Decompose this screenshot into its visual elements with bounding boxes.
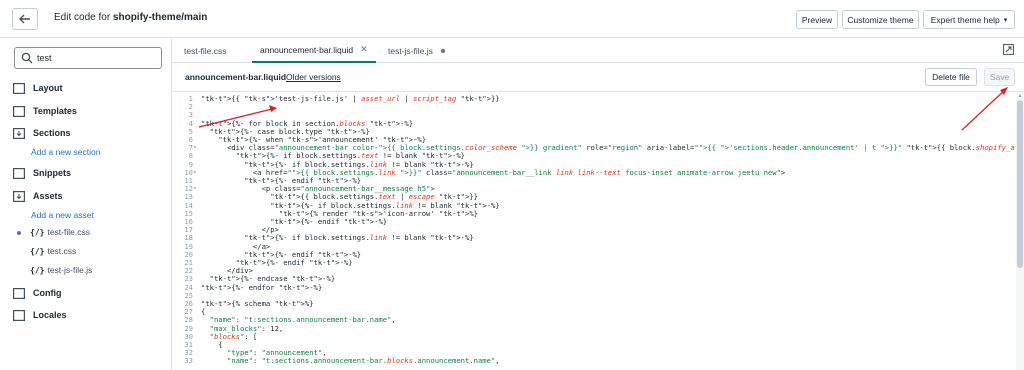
folder-label: Layout xyxy=(33,83,63,93)
line-number: 33 xyxy=(184,356,193,366)
older-versions-link[interactable]: Older versions xyxy=(286,72,341,82)
code-line: 28 "name": "t:sections.announcement-bar.… xyxy=(172,316,1012,324)
folder-icon xyxy=(13,82,25,94)
code-line: 2 xyxy=(172,102,1012,111)
file-sidebar: test Layout Templates Sections Add a new… xyxy=(0,38,172,370)
scrollbar-thumb[interactable] xyxy=(1017,100,1023,268)
folder-config[interactable]: Config xyxy=(13,286,62,300)
page-title: Edit code for shopify-theme/main xyxy=(54,12,207,23)
editor-scrollbar[interactable]: ▲ xyxy=(1016,92,1024,370)
file-label: test-file.css xyxy=(47,227,90,237)
search-input[interactable]: test xyxy=(14,47,162,69)
code-text: "tk-t">{%- endfor "tk-t">-%} xyxy=(201,282,323,292)
file-header: announcement-bar.liquid Older versions D… xyxy=(172,63,1024,92)
tab-test-file-css[interactable]: test-file.css xyxy=(184,38,227,63)
file-label: test-js-file.js xyxy=(47,265,93,275)
code-line: 18 "tk-t">{%- if block.settings.link != … xyxy=(172,234,1012,242)
folder-open-icon xyxy=(13,190,25,202)
folder-label: Snippets xyxy=(33,168,72,178)
folder-icon xyxy=(13,167,25,179)
folder-label: Sections xyxy=(33,128,71,138)
tab-label: test-js-file.js xyxy=(388,45,433,56)
file-icon: {/} xyxy=(30,227,45,237)
code-editor-app: Edit code for shopify-theme/main Preview… xyxy=(0,0,1024,370)
add-asset-link[interactable]: Add a new asset xyxy=(31,210,94,220)
folder-open-icon xyxy=(13,127,25,139)
scroll-up-icon[interactable]: ▲ xyxy=(1017,93,1023,99)
folder-assets[interactable]: Assets xyxy=(13,189,63,203)
code-text: "tk-t">{% schema "tk-t">%} xyxy=(201,299,314,308)
editor-tabs: test-file.css announcement-bar.liquid ✕ … xyxy=(172,38,1024,63)
folder-icon xyxy=(13,287,25,299)
active-file-dot xyxy=(17,231,21,235)
file-label: test.css xyxy=(47,246,77,256)
page-title-theme: shopify-theme/main xyxy=(112,12,208,23)
code-line: 21 "tk-t">{%- endif "tk-t">-%} xyxy=(172,258,1012,267)
expand-icon[interactable] xyxy=(1003,44,1014,55)
folder-layout[interactable]: Layout xyxy=(13,81,63,95)
tab-announcement-bar-liquid[interactable]: announcement-bar.liquid ✕ xyxy=(252,38,376,63)
folder-icon xyxy=(13,105,25,117)
code-line: 16 "tk-t">{%- endif "tk-t">-%} xyxy=(172,217,1012,226)
customize-theme-button[interactable]: Customize theme xyxy=(842,10,919,29)
folder-sections[interactable]: Sections xyxy=(13,126,71,140)
code-text: "tk-t">{{ "tk-s">'test-js-file.js' | ass… xyxy=(201,94,500,103)
code-line: 29 "max_blocks": 12, xyxy=(172,324,1012,333)
save-button[interactable]: Save xyxy=(984,68,1015,86)
folder-icon xyxy=(13,309,25,321)
search-value: test xyxy=(37,53,52,63)
folder-label: Config xyxy=(33,288,62,298)
page-title-prefix: Edit code for xyxy=(54,12,113,23)
fold-toggle-icon[interactable]: ▾ xyxy=(193,144,199,152)
file-name: announcement-bar.liquid xyxy=(185,72,287,82)
fold-toggle-icon[interactable]: ▾ xyxy=(193,185,199,193)
expert-help-button[interactable]: Expert theme help ▾ xyxy=(923,10,1015,29)
folder-label: Locales xyxy=(33,310,67,320)
code-line: 24 "tk-t">{%- endfor "tk-t">-%} xyxy=(172,282,1012,292)
unsaved-dot xyxy=(440,48,445,53)
arrow-left-icon xyxy=(19,14,30,24)
code-line: 33 "name": "t:sections.announcement-bar.… xyxy=(172,357,1012,365)
code-line: 30 "blocks": [ xyxy=(172,332,1012,341)
preview-button[interactable]: Preview xyxy=(796,10,838,29)
tab-label: announcement-bar.liquid xyxy=(260,44,354,55)
fold-toggle-icon[interactable]: ▾ xyxy=(193,169,199,177)
code-line: 1 "tk-t">{{ "tk-s">'test-js-file.js' | as… xyxy=(172,94,1012,103)
file-icon: {/} xyxy=(30,265,45,275)
back-button[interactable] xyxy=(12,8,38,30)
folder-templates[interactable]: Templates xyxy=(13,104,77,118)
search-icon xyxy=(21,52,33,64)
file-item-test-css[interactable]: {/} test.css xyxy=(30,246,76,256)
chevron-down-icon: ▾ xyxy=(1003,16,1008,24)
folder-locales[interactable]: Locales xyxy=(13,308,67,322)
tab-label: test-file.css xyxy=(184,45,227,56)
folder-label: Assets xyxy=(33,191,63,201)
delete-file-button[interactable]: Delete file xyxy=(925,68,977,86)
add-section-link[interactable]: Add a new section xyxy=(31,147,100,157)
file-icon: {/} xyxy=(30,246,45,256)
folder-snippets[interactable]: Snippets xyxy=(13,166,71,180)
file-item-test-js-file-js[interactable]: {/} test-js-file.js xyxy=(30,265,92,275)
file-item-test-file-css[interactable]: {/} test-file.css xyxy=(30,227,90,237)
expert-help-label: Expert theme help xyxy=(930,14,1000,25)
folder-label: Templates xyxy=(33,106,77,116)
code-editor[interactable]: 1 "tk-t">{{ "tk-s">'test-js-file.js' | as… xyxy=(172,92,1024,370)
top-bar: Edit code for shopify-theme/main Preview… xyxy=(0,0,1024,38)
code-text: "name": "t:sections.announcement-bar.blo… xyxy=(226,356,500,366)
close-icon[interactable]: ✕ xyxy=(360,44,368,55)
code-line: 26 "tk-t">{% schema "tk-t">%} xyxy=(172,299,1012,308)
tab-test-js-file-js[interactable]: test-js-file.js xyxy=(388,38,445,63)
